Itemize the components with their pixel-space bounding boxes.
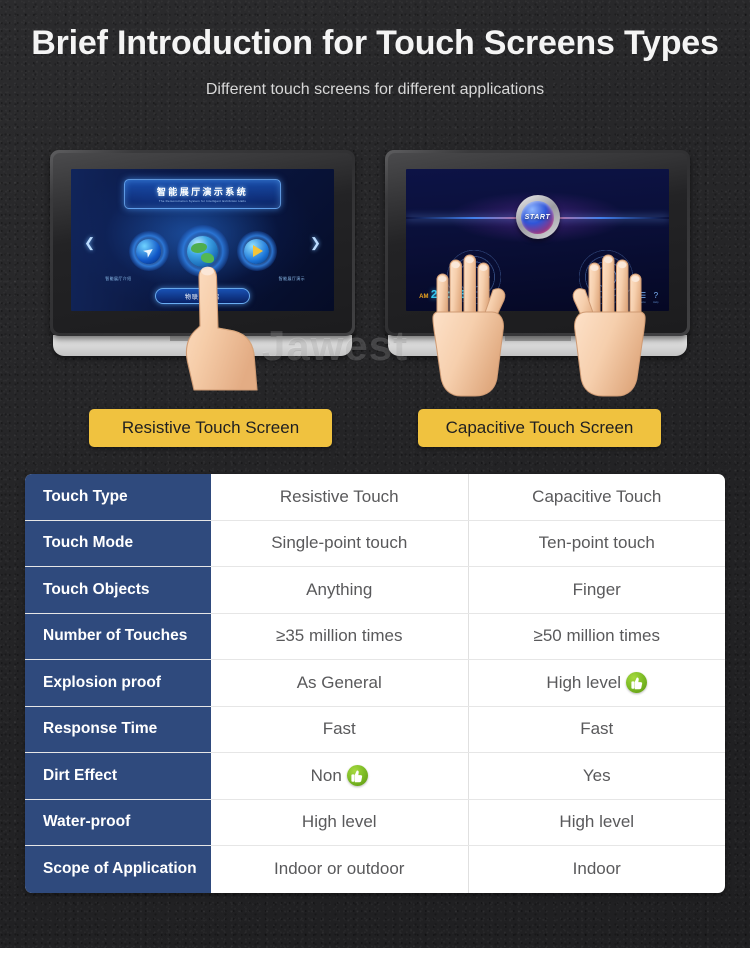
table-cell-resistive-text: Indoor or outdoor [274, 859, 405, 879]
icon-caption-left: 智能展厅介绍 [105, 275, 132, 281]
table-row-label: Touch Type [25, 474, 211, 520]
banner-title-en: The Demonstration System for Intelligent… [158, 199, 247, 204]
table-cell-resistive-text: Resistive Touch [279, 486, 399, 506]
table-row-label: Dirt Effect [25, 753, 211, 799]
resistive-monitor: 智能展厅演示系统 The Demonstration System for In… [50, 150, 355, 391]
capacitive-chip-label[interactable]: Capacitive Touch Screen [418, 409, 661, 447]
table-cell-capacitive: Fast [469, 707, 726, 753]
table-row-label: Water-proof [25, 799, 211, 845]
table-cell-capacitive-text: Indoor [572, 859, 621, 879]
table-row-label: Scope of Application [25, 846, 211, 893]
table-cell-capacitive-text: Fast [580, 719, 614, 739]
table-cell-resistive-text: High level [301, 812, 377, 832]
table-row: Touch Objects Anything Finger [25, 567, 725, 614]
table-row: Explosion proof As General High level [25, 660, 725, 707]
resistive-chip-label[interactable]: Resistive Touch Screen [89, 409, 332, 447]
table-cell-capacitive: Capacitive Touch [469, 474, 726, 520]
table-cell-resistive-text: As General [296, 672, 382, 692]
capacitive-monitor: START AM 20:56 ☰ Menu [385, 150, 690, 397]
table-cell-capacitive: ≥50 million times [469, 614, 726, 660]
table-row: Response Time Fast Fast [25, 706, 726, 753]
table-cell-capacitive: Finger [469, 567, 726, 613]
start-button[interactable]: START [515, 195, 560, 240]
start-button-core: START [521, 200, 554, 234]
banner-title-cn: 智能展厅演示系统 [156, 186, 249, 197]
page-subtitle: Different touch screens for different ap… [205, 81, 545, 98]
table-cell-resistive-text: Non [310, 765, 342, 785]
table-cell-capacitive-text: Yes [582, 765, 611, 785]
comparison-table: Touch Type Resistive Touch Capacitive Touc… [25, 474, 725, 893]
table-cell-capacitive-text: ≥50 million times [533, 626, 660, 646]
play-glyph [253, 245, 263, 258]
table-row-label: Response Time [25, 706, 211, 752]
table-row: Number of Touches ≥35 million times ≥50 mi… [25, 613, 726, 660]
table-cell-capacitive: Indoor [469, 846, 726, 893]
table-row: Dirt Effect Non Yes [25, 753, 725, 800]
table-cell-capacitive-text: Ten-point touch [538, 533, 655, 553]
table-row: Scope of Application Indoor or outdoor Ind… [25, 846, 725, 893]
table-row-label: Number of Touches [25, 613, 211, 659]
table-cell-capacitive-text: Capacitive Touch [532, 486, 662, 506]
page-root: Brief Introduction for Touch Screens Typ… [0, 0, 750, 975]
open-hand-right-illustration [572, 254, 646, 397]
table-cell-capacitive: High level [469, 660, 726, 706]
arrow-glyph: ➤ [139, 242, 158, 261]
table-row-label: Explosion proof [25, 660, 211, 706]
table-row: Touch Type Resistive Touch Capacitive Touc… [25, 474, 725, 521]
table-cell-resistive-text: ≥35 million times [276, 626, 403, 646]
page-title: Brief Introduction for Touch Screens Typ… [31, 24, 719, 62]
table-cell-capacitive-text: Finger [572, 579, 621, 599]
table-cell-resistive-text: Fast [322, 719, 356, 739]
table-cell-resistive: ≥35 million times [211, 613, 469, 659]
icon-caption-right: 智能展厅演示 [278, 275, 306, 281]
table-cell-resistive-text: Anything [306, 579, 373, 599]
table-cell-capacitive: Ten-point touch [469, 521, 726, 567]
table-cell-resistive: High level [211, 799, 469, 845]
pointing-hand-illustration [185, 266, 258, 391]
table-cell-resistive: Non [211, 753, 469, 799]
table-cell-resistive: Indoor or outdoor [211, 846, 469, 893]
table-cell-resistive: Resistive Touch [211, 474, 469, 520]
table-cell-capacitive: Yes [469, 753, 726, 799]
table-cell-resistive-text: Single-point touch [271, 533, 408, 553]
table-row-label: Touch Mode [25, 520, 211, 566]
open-hand-left-illustration [432, 254, 506, 397]
thumbs-up-icon [626, 672, 648, 694]
table-cell-resistive: Fast [211, 706, 469, 752]
table-cell-resistive: Anything [211, 567, 469, 613]
thumbs-up-icon [346, 765, 368, 787]
table-cell-capacitive: High level [469, 800, 726, 846]
table-cell-resistive: As General [211, 660, 469, 706]
screen-banner: 智能展厅演示系统 The Demonstration System for In… [123, 178, 282, 209]
table-cell-capacitive-text: High level [559, 812, 635, 832]
table-cell-resistive: Single-point touch [211, 520, 469, 566]
table-row: Water-proof High level High level [25, 799, 726, 846]
table-row: Touch Mode Single-point touch Ten-point to… [25, 520, 726, 567]
table-cell-capacitive-text: High level [546, 672, 622, 692]
table-row-label: Touch Objects [25, 567, 211, 613]
start-button-label: START [524, 213, 551, 221]
